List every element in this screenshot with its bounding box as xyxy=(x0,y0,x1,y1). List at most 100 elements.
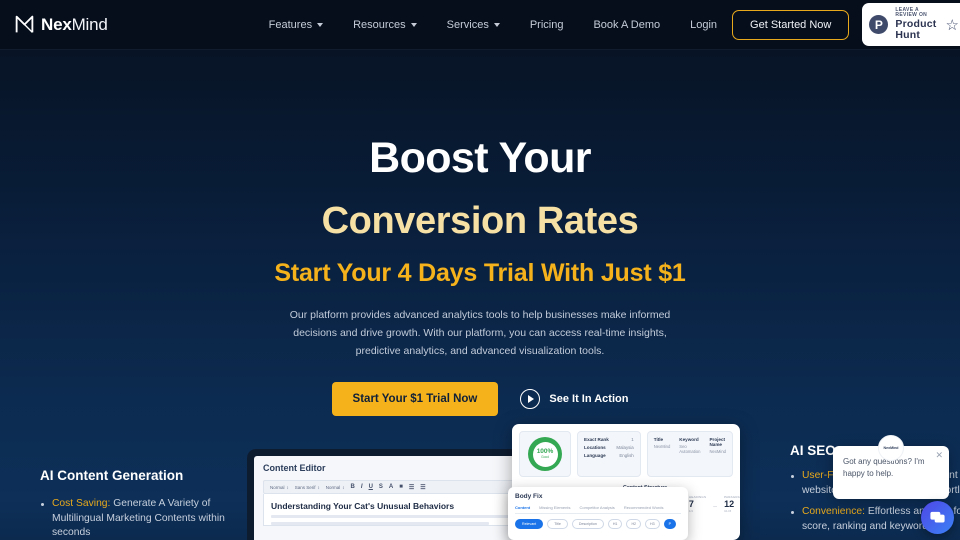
nav-item-features[interactable]: Features xyxy=(254,13,338,37)
see-it-in-action-label: See It In Action xyxy=(549,393,629,406)
list-icon[interactable]: ☰ xyxy=(409,484,414,491)
chat-launcher-button[interactable] xyxy=(921,501,954,534)
list-item: Cost Saving: Generate A Variety of Multi… xyxy=(40,497,245,540)
text-color-icon[interactable]: A xyxy=(389,484,393,490)
toolbar-size-select[interactable]: Normal ↕ xyxy=(326,485,345,490)
toolbar-style-value: Normal xyxy=(270,484,285,490)
stat-sub: 10-15 xyxy=(724,509,732,513)
chat-bubble-icon xyxy=(930,511,945,523)
content-editor-title: Content Editor xyxy=(263,463,326,473)
chat-popup: NexMind ✕ Got any questions? I'm happy t… xyxy=(833,435,949,499)
nav-item-pricing-label: Pricing xyxy=(529,18,564,31)
start-trial-button[interactable]: Start Your $1 Trial Now xyxy=(331,382,499,417)
nav-item-pricing[interactable]: Pricing xyxy=(515,13,579,37)
product-hunt-logo-icon: P xyxy=(869,15,889,34)
seo-meta-row: Exact Rank 1 xyxy=(584,437,634,442)
content-editor-heading: Understanding Your Cat's Unusual Behavio… xyxy=(271,501,455,511)
chip-description[interactable]: Description xyxy=(571,519,604,529)
nav-item-features-label: Features xyxy=(268,18,313,31)
product-hunt-badge[interactable]: P LEAVE A REVIEW ON Product Hunt ☆ xyxy=(862,3,960,46)
chip-h2[interactable]: H2 xyxy=(626,519,642,529)
body-fix-mockup: Body Fix Content Missing Elements Compet… xyxy=(508,487,688,540)
content-editor-toolbar: Normal ↕ Sans Serif ↕ Normal ↕ B I U S A ■ … xyxy=(263,480,527,494)
brand-name-part2: Mind xyxy=(71,14,108,34)
hero-headline-line1: Boost Your xyxy=(369,134,591,182)
toolbar-size-value: Normal xyxy=(325,484,341,490)
chip-title[interactable]: Title xyxy=(547,519,568,529)
nexmind-logo-icon xyxy=(15,15,34,33)
seo-meta-row: Locations Malaysia xyxy=(584,445,634,450)
stat-item: PARAGRAPHS 12 10-15 xyxy=(724,495,740,517)
seo-meta-row: Language English xyxy=(584,453,634,458)
content-editor-paragraph-line xyxy=(271,515,519,518)
hero-section: Boost Your Conversion Rates Start Your 4… xyxy=(0,49,960,417)
toolbar-style-select[interactable]: Normal ↕ xyxy=(270,485,289,490)
brand-name: NexMind xyxy=(41,15,108,35)
chip-p[interactable]: P xyxy=(663,519,677,529)
stat-sub: 4-9 xyxy=(688,509,693,513)
seo-project-key: Project Name xyxy=(709,437,726,447)
tab-recommended-words[interactable]: Recommended Words xyxy=(624,505,664,510)
seo-project-key: Keyword xyxy=(679,437,699,442)
seo-project-value: NexMind xyxy=(653,444,671,449)
bold-icon[interactable]: B xyxy=(351,484,355,490)
feature-left-item0-label: Cost Saving: xyxy=(52,498,111,509)
tab-missing-elements[interactable]: Missing Elements xyxy=(539,505,570,510)
close-icon[interactable]: ✕ xyxy=(935,451,943,460)
strikethrough-icon[interactable]: S xyxy=(379,484,383,490)
star-outline-icon: ☆ xyxy=(945,16,959,34)
body-fix-tabs: Content Missing Elements Competitor Anal… xyxy=(515,505,681,514)
hero-description: Our platform provides advanced analytics… xyxy=(289,309,671,358)
tab-content[interactable]: Content xyxy=(515,505,530,510)
chip-h1[interactable]: H1 xyxy=(607,519,623,529)
seo-meta-key: Locations xyxy=(584,445,606,450)
highlight-icon[interactable]: ■ xyxy=(399,484,403,490)
seo-meta-key: Language xyxy=(584,453,606,458)
toolbar-font-select[interactable]: Sans Serif ↕ xyxy=(295,485,320,490)
underline-icon[interactable]: U xyxy=(369,484,373,490)
nav-links: Features Resources Services Pricing Book… xyxy=(254,13,732,37)
nav-item-login-label: Login xyxy=(690,18,718,31)
avatar: NexMind xyxy=(878,435,904,461)
nav-actions: Get Started Now P LEAVE A REVIEW ON Prod… xyxy=(732,3,960,46)
seo-project-panel: Title NexMind Keyword Seo Automation Pro… xyxy=(646,431,733,477)
body-fix-title: Body Fix xyxy=(515,493,543,500)
see-it-in-action-link[interactable]: See It In Action xyxy=(520,389,629,410)
page-background: NexMind Features Resources Services Pric… xyxy=(0,0,960,540)
hero-subheadline: Start Your 4 Days Trial With Just $1 xyxy=(274,259,686,287)
hero-cta-row: Start Your $1 Trial Now See It In Action xyxy=(0,382,960,417)
seo-meta-panel: Exact Rank 1 Locations Malaysia Language… xyxy=(577,431,641,477)
get-started-button[interactable]: Get Started Now xyxy=(732,9,850,40)
chip-relevant[interactable]: Relevant xyxy=(515,519,544,529)
stat-separator: – xyxy=(713,502,718,510)
nav-item-services[interactable]: Services xyxy=(432,13,515,37)
hero-headline-line2: Conversion Rates xyxy=(321,200,639,242)
nav-item-book-a-demo[interactable]: Book A Demo xyxy=(578,13,675,37)
seo-score-ring: 100% Good xyxy=(528,437,562,471)
toolbar-font-value: Sans Serif xyxy=(294,484,316,490)
content-editor-body[interactable]: Understanding Your Cat's Unusual Behavio… xyxy=(263,494,527,526)
stat-item: HEADINGS 7 4-9 xyxy=(689,495,706,517)
seo-meta-key: Exact Rank xyxy=(584,437,609,442)
feature-block-ai-content-generation: AI Content Generation Cost Saving: Gener… xyxy=(40,468,245,540)
top-navigation-bar: NexMind Features Resources Services Pric… xyxy=(0,0,960,49)
brand-logo[interactable]: NexMind xyxy=(14,14,108,35)
chip-h3[interactable]: H3 xyxy=(645,519,660,529)
seo-top-row: 100% Good Exact Rank 1 Locations Malaysi… xyxy=(519,431,733,477)
seo-project-column: Title NexMind xyxy=(654,437,671,454)
product-hunt-bottom-line: Product Hunt xyxy=(895,17,937,41)
nav-item-resources[interactable]: Resources xyxy=(338,13,432,37)
content-editor-paragraph-line xyxy=(271,522,490,525)
italic-icon[interactable]: I xyxy=(361,484,363,490)
nav-item-login[interactable]: Login xyxy=(675,13,732,37)
chevron-down-icon xyxy=(410,22,417,27)
seo-project-key: Title xyxy=(653,437,664,442)
body-fix-chips: Relevant Title Description H1 H2 H3 P xyxy=(515,519,681,529)
tab-competitor-analysis[interactable]: Competitor Analysis xyxy=(579,505,614,510)
feature-right-item1-label: Convenience: xyxy=(802,506,865,518)
seo-project-columns: Title NexMind Keyword Seo Automation Pro… xyxy=(654,437,726,454)
seo-project-value: NexMind xyxy=(709,449,726,454)
chevron-down-icon xyxy=(317,22,324,27)
align-icon[interactable]: ☰ xyxy=(420,484,425,491)
seo-score-ring-inner: 100% Good xyxy=(532,441,558,467)
